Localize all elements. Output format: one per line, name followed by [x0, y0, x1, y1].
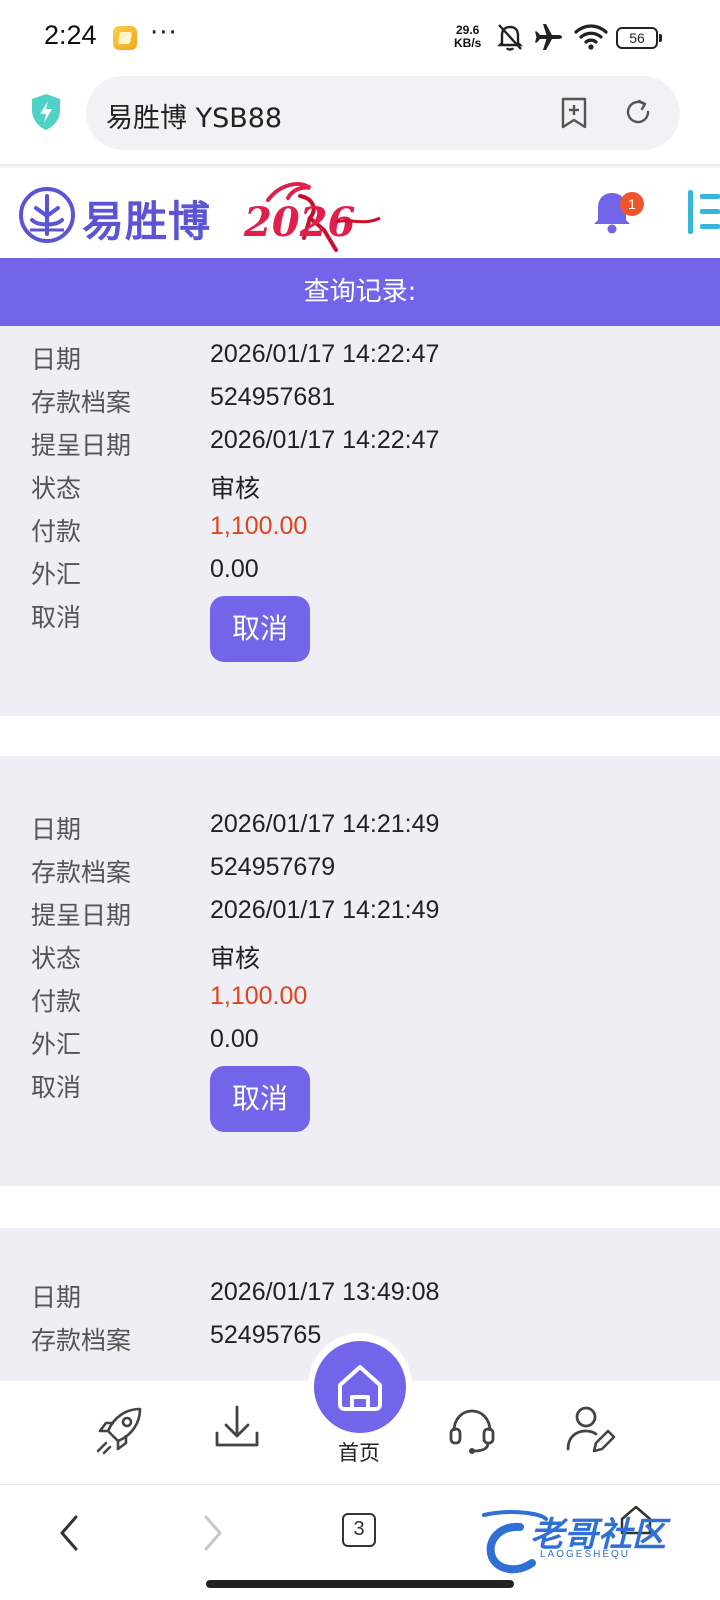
record-row-deposit-id: 存款档案 524957679 — [0, 853, 720, 893]
notification-badge: 1 — [620, 192, 644, 216]
field-value: 0.00 — [210, 1025, 259, 1053]
site-logo-text[interactable]: 易胜博 — [82, 188, 211, 249]
download-icon[interactable] — [212, 1403, 262, 1453]
page-title-band: 查询记录: — [0, 258, 720, 326]
record-row-deposit-id: 存款档案 524957681 — [0, 383, 720, 423]
menu-icon[interactable] — [684, 190, 720, 234]
tabs-button[interactable]: 3 — [342, 1513, 376, 1547]
field-value: 2026/01/17 14:21:49 — [210, 810, 440, 838]
record-row-status: 状态 审核 — [0, 469, 720, 509]
security-shield-icon[interactable] — [29, 92, 63, 132]
field-label: 存款档案 — [31, 1326, 132, 1355]
field-label: 存款档案 — [31, 388, 132, 417]
site-header: 易胜博 2026 1 — [0, 168, 720, 258]
field-label: 状态 — [31, 944, 82, 973]
field-label: 取消 — [31, 603, 82, 632]
user-edit-icon[interactable] — [564, 1403, 616, 1455]
watermark-subtext: LAOGESHEQU — [540, 1549, 631, 1560]
record-row-cancel: 取消 — [0, 598, 720, 638]
field-label: 外汇 — [31, 560, 82, 589]
rocket-icon[interactable] — [94, 1403, 146, 1455]
field-label: 存款档案 — [31, 858, 132, 887]
field-label: 付款 — [31, 517, 82, 546]
payment-amount: 1,100.00 — [210, 982, 308, 1010]
record-row-date: 日期 2026/01/17 14:21:49 — [0, 810, 720, 850]
record-card: 日期 2026/01/17 14:22:47 存款档案 524957681 提呈… — [0, 326, 720, 716]
field-label: 状态 — [31, 474, 82, 503]
wifi-icon — [574, 24, 608, 50]
field-label: 取消 — [31, 1073, 82, 1102]
record-row-payment: 付款 1,100.00 — [0, 512, 720, 552]
record-row-date: 日期 2026/01/17 14:22:47 — [0, 340, 720, 380]
browser-address-bar: 易胜博 YSB88 — [0, 76, 720, 166]
mute-bell-icon — [497, 24, 523, 51]
site-logo-emblem-icon[interactable] — [18, 186, 76, 244]
field-value: 2026/01/17 14:22:47 — [210, 426, 440, 454]
field-value: 2026/01/17 14:21:49 — [210, 896, 440, 924]
app-bottom-nav: 首页 — [0, 1333, 720, 1484]
notes-app-icon — [113, 26, 137, 50]
field-value: 524957679 — [210, 853, 336, 881]
airplane-mode-icon — [535, 24, 562, 50]
cancel-button[interactable]: 取消 — [210, 1066, 310, 1132]
back-icon[interactable] — [56, 1513, 82, 1553]
record-row-submit-date: 提呈日期 2026/01/17 14:21:49 — [0, 896, 720, 936]
field-label: 日期 — [31, 1283, 82, 1312]
home-label[interactable]: 首页 — [338, 1437, 380, 1467]
record-row-forex: 外汇 0.00 — [0, 555, 720, 595]
field-label: 提呈日期 — [31, 901, 132, 930]
record-row-forex: 外汇 0.00 — [0, 1025, 720, 1065]
network-speed-unit: KB/s — [454, 36, 482, 50]
status-time: 2:24 — [44, 20, 97, 50]
headset-icon[interactable] — [446, 1403, 498, 1455]
gesture-bar[interactable] — [206, 1580, 514, 1588]
field-value: 52495765 — [210, 1321, 322, 1349]
reload-icon[interactable] — [622, 96, 654, 128]
record-row-date: 日期 2026/01/17 13:49:08 — [0, 1278, 720, 1318]
record-row-submit-date: 提呈日期 2026/01/17 14:22:47 — [0, 426, 720, 466]
field-label: 外汇 — [31, 1030, 82, 1059]
field-value: 0.00 — [210, 555, 259, 583]
cancel-button[interactable]: 取消 — [210, 596, 310, 662]
record-row-cancel: 取消 — [0, 1068, 720, 1108]
field-label: 日期 — [31, 345, 82, 374]
field-value: 524957681 — [210, 383, 336, 411]
url-field[interactable]: 易胜博 YSB88 — [86, 76, 680, 150]
record-card: 日期 2026/01/17 14:21:49 存款档案 524957679 提呈… — [0, 756, 720, 1186]
field-value: 2026/01/17 13:49:08 — [210, 1278, 440, 1306]
field-value: 2026/01/17 14:22:47 — [210, 340, 440, 368]
more-notifications-icon: ··· — [150, 18, 178, 48]
forward-icon[interactable] — [200, 1513, 226, 1553]
status-bar: 2:24 ··· 29.6 KB/s 56 — [0, 0, 720, 76]
year-2026-horse-logo-icon: 2026 — [243, 182, 381, 252]
record-row-status: 状态 审核 — [0, 939, 720, 979]
status-value: 审核 — [210, 474, 261, 503]
add-bookmark-icon[interactable] — [558, 96, 590, 130]
status-value: 审核 — [210, 944, 261, 973]
field-label: 付款 — [31, 987, 82, 1016]
payment-amount: 1,100.00 — [210, 512, 308, 540]
record-row-payment: 付款 1,100.00 — [0, 982, 720, 1022]
field-label: 日期 — [31, 815, 82, 844]
home-icon — [338, 1365, 382, 1411]
home-button[interactable] — [314, 1341, 406, 1433]
url-title: 易胜博 YSB88 — [106, 103, 283, 134]
page-title: 查询记录: — [303, 277, 417, 307]
network-speed: 29.6 KB/s — [454, 24, 481, 50]
battery-indicator: 56 — [616, 27, 662, 49]
field-label: 提呈日期 — [31, 431, 132, 460]
